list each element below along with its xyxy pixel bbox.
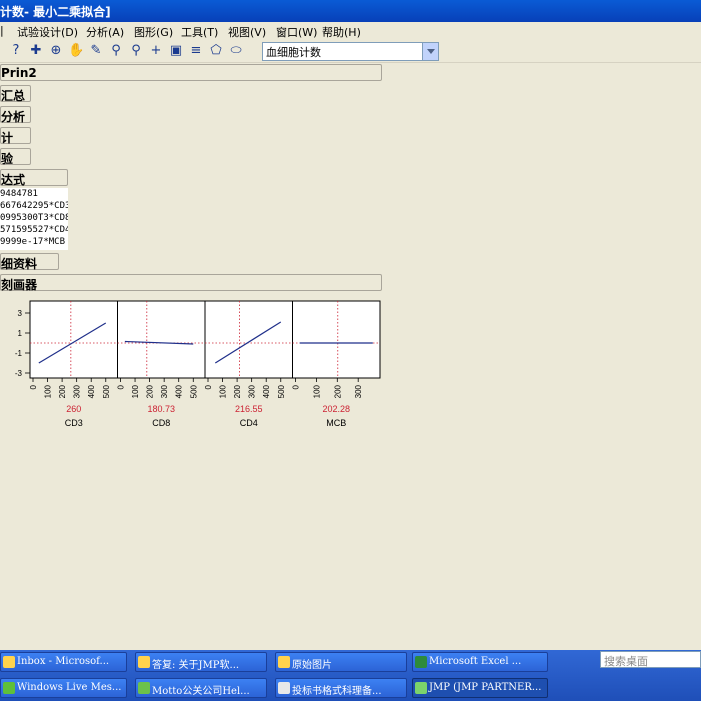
- formula-line: 9999e-17*MCB: [0, 237, 66, 247]
- chat-icon: [138, 682, 150, 694]
- prediction-profiler-chart: 3 1 -1 -3 0 100 200 300 400 500 260 CD3 0 100 200 300 40…: [15, 300, 381, 428]
- ellipse-icon[interactable]: ⬭: [228, 43, 244, 59]
- x-tick-label: 300: [354, 384, 363, 398]
- lasso-icon[interactable]: ⊕: [48, 43, 64, 59]
- x-tick-label: 500: [189, 384, 198, 398]
- x-tick-label: 0: [29, 384, 38, 389]
- annotate-icon[interactable]: ▣: [168, 43, 184, 59]
- taskbar-button-excel[interactable]: Microsoft Excel ...: [412, 652, 548, 672]
- messenger-icon: [3, 682, 15, 694]
- current-value-label: 216.55: [235, 404, 263, 414]
- polygon-icon[interactable]: ⬠: [208, 43, 224, 59]
- profiler-panel: [117, 300, 206, 379]
- table-select-combo[interactable]: 血细胞计数: [262, 42, 439, 61]
- hand-icon[interactable]: ✋: [68, 43, 84, 59]
- formula-line: 667642295*CD3: [0, 201, 68, 211]
- desktop-search-input[interactable]: 搜索桌面: [600, 651, 701, 668]
- outline-summary[interactable]: 汇总: [0, 85, 31, 103]
- outline-details[interactable]: 细资料: [0, 253, 59, 271]
- envelope-icon: [138, 656, 150, 668]
- x-tick-label: 200: [58, 384, 67, 398]
- excel-icon: [415, 656, 427, 668]
- outline-prediction-expression[interactable]: 达式: [0, 169, 68, 187]
- x-axis-label: MCB: [326, 418, 346, 428]
- x-tick-label: 500: [102, 384, 111, 398]
- x-tick-label: 400: [262, 384, 271, 398]
- x-tick-label: 500: [277, 384, 286, 398]
- menu-graph[interactable]: 图形(G): [134, 24, 173, 40]
- outline-profiler[interactable]: 刻画器: [0, 274, 382, 292]
- window-title: 计数- 最小二乘拟合]: [0, 5, 111, 19]
- document-icon: [278, 682, 290, 694]
- x-tick-label: 300: [160, 384, 169, 398]
- menu-view[interactable]: 视图(V): [228, 24, 266, 40]
- taskbar-button-messenger[interactable]: Windows Live Mes...: [0, 678, 127, 698]
- envelope-icon: [3, 656, 15, 668]
- x-tick-label: 100: [44, 384, 53, 398]
- x-tick-label: 200: [333, 384, 342, 398]
- y-tick-label: -1: [15, 349, 23, 358]
- y-tick-label: 3: [18, 309, 23, 318]
- formula-line: 571595527*CD4: [0, 225, 68, 235]
- current-value-label: 180.73: [147, 404, 175, 414]
- y-tick-label: -3: [15, 369, 23, 378]
- zoom-icon[interactable]: ⚲: [128, 43, 144, 59]
- crosshair-icon[interactable]: ✚: [28, 43, 44, 59]
- menu-analyze[interactable]: 分析(A): [86, 24, 124, 40]
- profiler-panel: [292, 300, 381, 379]
- taskbar-button-outlook[interactable]: Inbox - Microsof...: [0, 652, 127, 672]
- profiler-panel: [29, 300, 118, 379]
- chevron-down-icon[interactable]: [422, 43, 438, 60]
- magnifier-icon[interactable]: ⚲: [108, 43, 124, 59]
- taskbar-button-folder[interactable]: 原始图片: [275, 652, 407, 672]
- profiler-panel: [204, 300, 293, 379]
- x-tick-label: 100: [131, 384, 140, 398]
- x-axis-label: CD3: [65, 418, 83, 428]
- outline-test[interactable]: 验: [0, 148, 31, 166]
- jmp-icon: [415, 682, 427, 694]
- outline-analysis[interactable]: 分析: [0, 106, 31, 124]
- x-axis-label: CD8: [152, 418, 170, 428]
- x-tick-label: 100: [312, 384, 321, 398]
- prediction-formula: 9484781 667642295*CD3 0995300T3*CD8 5715…: [0, 188, 68, 250]
- folder-icon: [278, 656, 290, 668]
- menu-help[interactable]: 帮助(H): [322, 24, 361, 40]
- x-tick-label: 0: [204, 384, 213, 389]
- title-bar: 计数- 最小二乘拟合]: [0, 0, 701, 22]
- plus-icon[interactable]: +: [148, 43, 164, 59]
- current-value-label: 202.28: [322, 404, 350, 414]
- brush-icon[interactable]: ✎: [88, 43, 104, 59]
- x-tick-label: 400: [87, 384, 96, 398]
- current-value-label: 260: [66, 404, 81, 414]
- x-tick-label: 0: [117, 384, 126, 389]
- x-tick-label: 200: [233, 384, 242, 398]
- taskbar-button-reply[interactable]: 答复: 关于JMP软...: [135, 652, 267, 672]
- x-tick-label: 100: [219, 384, 228, 398]
- taskbar-button-motto[interactable]: Motto公关公司Hel...: [135, 678, 267, 698]
- menu-item-file-partial[interactable]: |: [0, 24, 4, 37]
- line-icon[interactable]: ≡: [188, 43, 204, 59]
- y-tick-label: 1: [18, 329, 23, 338]
- desktop-search-placeholder: 搜索桌面: [604, 655, 648, 668]
- x-tick-label: 0: [292, 384, 301, 389]
- menu-window[interactable]: 窗口(W): [276, 24, 317, 40]
- taskbar-button-jmp[interactable]: JMP (JMP PARTNER...: [412, 678, 548, 698]
- formula-line: 9484781: [0, 189, 38, 199]
- menu-tools[interactable]: 工具(T): [181, 24, 218, 40]
- table-select-value: 血细胞计数: [266, 46, 321, 59]
- x-tick-label: 200: [146, 384, 155, 398]
- taskbar-button-document[interactable]: 投标书格式科理备...: [275, 678, 407, 698]
- x-tick-label: 400: [175, 384, 184, 398]
- x-tick-label: 300: [73, 384, 82, 398]
- menu-bar: | 试验设计(D) 分析(A) 图形(G) 工具(T) 视图(V) 窗口(W) …: [0, 22, 701, 40]
- outline-estimates[interactable]: 计: [0, 127, 31, 145]
- help-icon[interactable]: ?: [8, 43, 24, 59]
- menu-doe[interactable]: 试验设计(D): [17, 24, 78, 40]
- x-tick-label: 300: [248, 384, 257, 398]
- formula-line: 0995300T3*CD8: [0, 213, 68, 223]
- x-axis-label: CD4: [240, 418, 258, 428]
- outline-prin2[interactable]: Prin2: [0, 64, 382, 81]
